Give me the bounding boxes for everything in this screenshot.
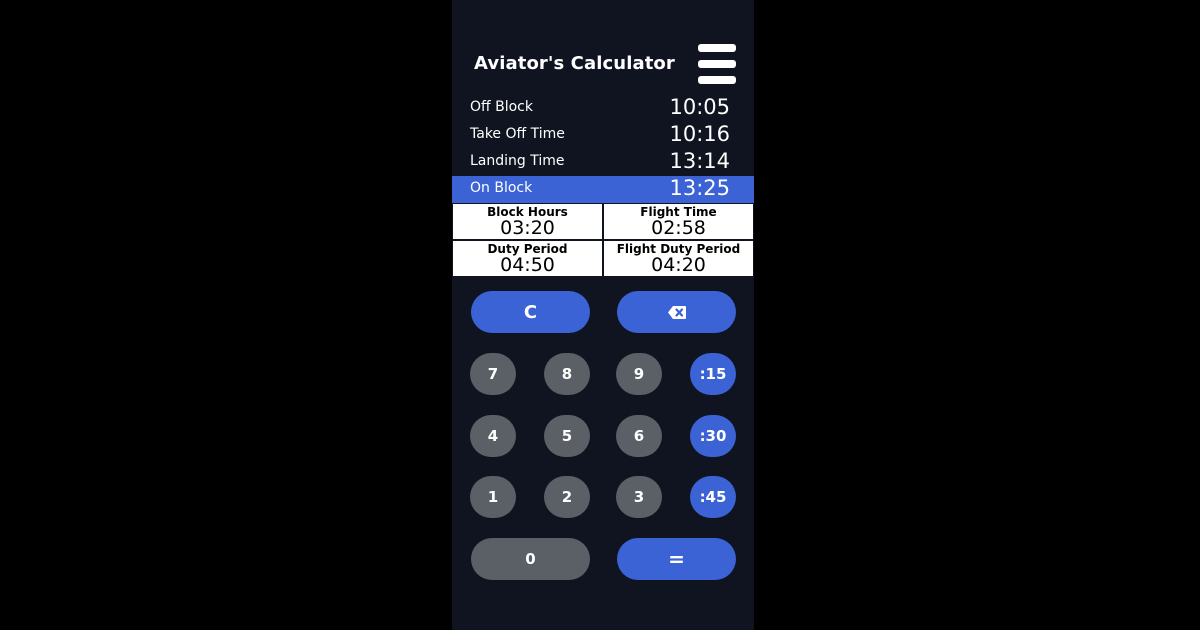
time-label: On Block [470,180,533,196]
backspace-icon [667,305,686,319]
time-value: 10:16 [669,122,730,146]
key-plus-30-min[interactable]: :30 [690,415,736,457]
time-value: 13:14 [669,149,730,173]
hamburger-menu-icon[interactable] [698,44,736,84]
time-label: Off Block [470,99,533,115]
key-1[interactable]: 1 [470,476,516,518]
time-label: Landing Time [470,153,565,169]
result-value: 04:50 [500,254,555,276]
key-8[interactable]: 8 [544,353,590,395]
time-label: Take Off Time [470,126,565,142]
result-block-hours: Block Hours 03:20 [453,204,602,239]
key-6[interactable]: 6 [616,415,662,457]
key-9[interactable]: 9 [616,353,662,395]
key-4[interactable]: 4 [470,415,516,457]
key-plus-15-min[interactable]: :15 [690,353,736,395]
time-value: 13:25 [669,176,730,200]
key-0[interactable]: 0 [471,538,590,580]
equals-button[interactable]: = [617,538,736,580]
time-row-landing[interactable]: Landing Time 13:14 [452,149,754,176]
backspace-button[interactable] [617,291,736,333]
result-value: 02:58 [651,217,706,239]
result-value: 04:20 [651,254,706,276]
key-5[interactable]: 5 [544,415,590,457]
time-value: 10:05 [669,95,730,119]
result-duty-period: Duty Period 04:50 [453,241,602,276]
app-title: Aviator's Calculator [474,53,675,74]
key-plus-45-min[interactable]: :45 [690,476,736,518]
calculator-screen: Aviator's Calculator Off Block 10:05 Tak… [452,0,754,630]
result-value: 03:20 [500,217,555,239]
key-3[interactable]: 3 [616,476,662,518]
clear-button[interactable]: C [471,291,590,333]
time-row-on-block[interactable]: On Block 13:25 [452,176,754,203]
key-7[interactable]: 7 [470,353,516,395]
time-row-take-off[interactable]: Take Off Time 10:16 [452,122,754,149]
time-row-off-block[interactable]: Off Block 10:05 [452,95,754,122]
key-2[interactable]: 2 [544,476,590,518]
result-flight-duty-period: Flight Duty Period 04:20 [604,241,753,276]
result-flight-time: Flight Time 02:58 [604,204,753,239]
